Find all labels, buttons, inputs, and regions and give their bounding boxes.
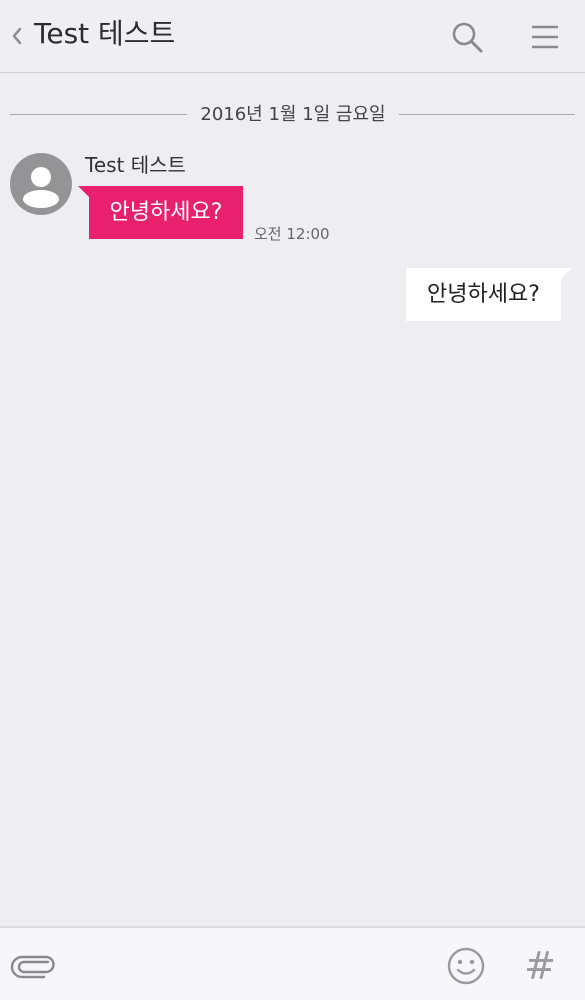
incoming-message-bubble[interactable]: 안녕하세요? — [89, 186, 243, 239]
chat-screen: Test 테스트 2016년 1월 1일 금요일 Test 테스트 안녕하세요?… — [0, 0, 585, 1000]
outgoing-bubble-tail — [560, 268, 572, 280]
avatar[interactable] — [10, 153, 72, 215]
menu-button[interactable] — [526, 18, 564, 56]
emoji-button[interactable] — [446, 946, 486, 986]
chevron-left-icon — [12, 27, 22, 45]
chat-title: Test 테스트 — [34, 17, 176, 50]
search-icon — [452, 22, 483, 53]
date-label: 2016년 1월 1일 금요일 — [200, 104, 386, 125]
hamburger-menu-icon — [532, 25, 558, 49]
app-header: Test 테스트 — [0, 0, 585, 73]
user-silhouette-icon — [10, 153, 72, 215]
divider-line — [10, 114, 187, 115]
message-timestamp: 오전 12:00 — [254, 225, 330, 243]
bottom-toolbar: # — [0, 926, 585, 1000]
smiley-icon — [447, 947, 485, 985]
search-button[interactable] — [448, 18, 486, 56]
paperclip-icon — [10, 955, 55, 979]
outgoing-message-bubble[interactable]: 안녕하세요? — [406, 268, 561, 321]
attach-button[interactable] — [10, 948, 56, 984]
sender-name: Test 테스트 — [85, 153, 186, 177]
divider-line — [399, 114, 575, 115]
hashtag-button[interactable]: # — [520, 944, 560, 988]
back-button[interactable] — [8, 20, 28, 52]
date-separator: 2016년 1월 1일 금요일 — [10, 100, 575, 130]
